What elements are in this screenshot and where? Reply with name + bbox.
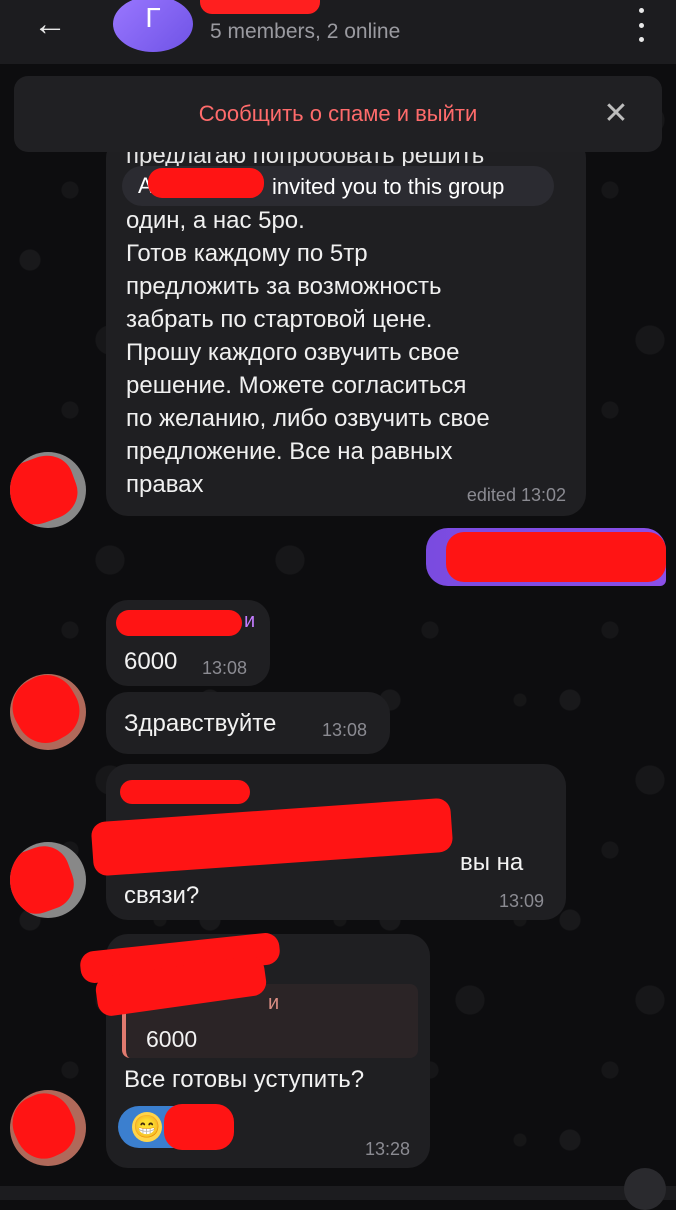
sender-avatar[interactable]	[10, 1090, 86, 1166]
message-bubble-long[interactable]: предлагаю попробовать решить А invited y…	[106, 136, 586, 516]
message-line: решение. Можете согласиться	[126, 372, 467, 399]
sender-avatar[interactable]	[10, 842, 86, 918]
redacted-invite-name	[148, 168, 264, 198]
message-line: по желанию, либо озвучить свое	[126, 405, 490, 432]
redacted-sender-name	[120, 780, 250, 804]
message-text: Все готовы уступить?	[124, 1066, 365, 1093]
message-line: один, а нас 5ро.	[126, 207, 305, 234]
invite-text: invited you to this group	[272, 174, 505, 199]
redacted-group-title	[200, 0, 320, 14]
message-time: 13:08	[322, 720, 368, 740]
scroll-down-button[interactable]	[624, 1168, 666, 1210]
message-time: 13:08	[202, 658, 248, 678]
redacted-sender-name	[116, 610, 242, 636]
reply-quote[interactable]: и 6000	[94, 954, 418, 1058]
message-time: 13:28	[364, 1139, 410, 1159]
redacted-avatar	[10, 452, 85, 528]
message-time: 13:09	[498, 891, 544, 911]
quote-text: 6000	[146, 1026, 198, 1052]
redacted-avatar	[10, 674, 86, 750]
sender-avatar[interactable]	[10, 452, 86, 528]
message-bubble[interactable]: Здравствуйте 13:08	[106, 692, 390, 754]
message-bubble[interactable]: и 6000 Все готовы уступить? 😁 13:28	[78, 931, 430, 1168]
reaction-chip[interactable]: 😁	[118, 1104, 234, 1150]
grinning-face-icon: 😁	[132, 1112, 162, 1142]
more-options-icon[interactable]	[634, 8, 648, 42]
message-text: вы на связи?	[124, 846, 523, 912]
group-avatar-letter: Г	[145, 2, 161, 33]
message-text-line2: связи?	[124, 882, 200, 909]
message-text-tail: вы на	[460, 849, 524, 876]
chat-header: ← Г 5 members, 2 online	[0, 0, 676, 64]
message-input-bar[interactable]	[0, 1186, 676, 1200]
redacted-outgoing-text	[446, 532, 666, 582]
message-line: Готов каждому по 5тр	[126, 240, 368, 267]
redacted-avatar	[10, 842, 82, 918]
message-bubble[interactable]: вы на связи? 13:09	[90, 764, 566, 920]
spam-report-bar: Сообщить о спаме и выйти ✕	[14, 76, 662, 152]
message-text: 6000	[124, 648, 178, 675]
message-line: предложение. Все на равных	[126, 438, 453, 465]
sender-avatar[interactable]	[10, 674, 86, 750]
message-line: предложить за возможность	[126, 273, 442, 300]
message-text: один, а нас 5ро. Готов каждому по 5тр пр…	[126, 204, 576, 501]
back-arrow-icon[interactable]: ←	[32, 6, 68, 42]
message-time: edited 13:02	[466, 485, 566, 505]
invite-service-chip: А invited you to this group	[122, 166, 554, 206]
group-avatar[interactable]: Г	[113, 0, 193, 52]
close-icon[interactable]: ✕	[596, 94, 636, 134]
message-line: Прошу каждого озвучить свое	[126, 339, 460, 366]
report-spam-and-leave-button[interactable]: Сообщить о спаме и выйти	[14, 101, 662, 127]
message-bubble[interactable]: и 6000 13:08	[106, 600, 270, 686]
sender-name-tail: и	[244, 610, 256, 632]
group-member-status: 5 members, 2 online	[210, 20, 401, 43]
message-line: забрать по стартовой цене.	[126, 306, 433, 333]
message-text: Здравствуйте	[124, 710, 277, 737]
outgoing-message-bubble[interactable]	[426, 528, 666, 586]
quote-sender-name-tail: и	[268, 992, 280, 1014]
redacted-reactor	[164, 1104, 234, 1150]
redacted-avatar	[10, 1090, 85, 1166]
